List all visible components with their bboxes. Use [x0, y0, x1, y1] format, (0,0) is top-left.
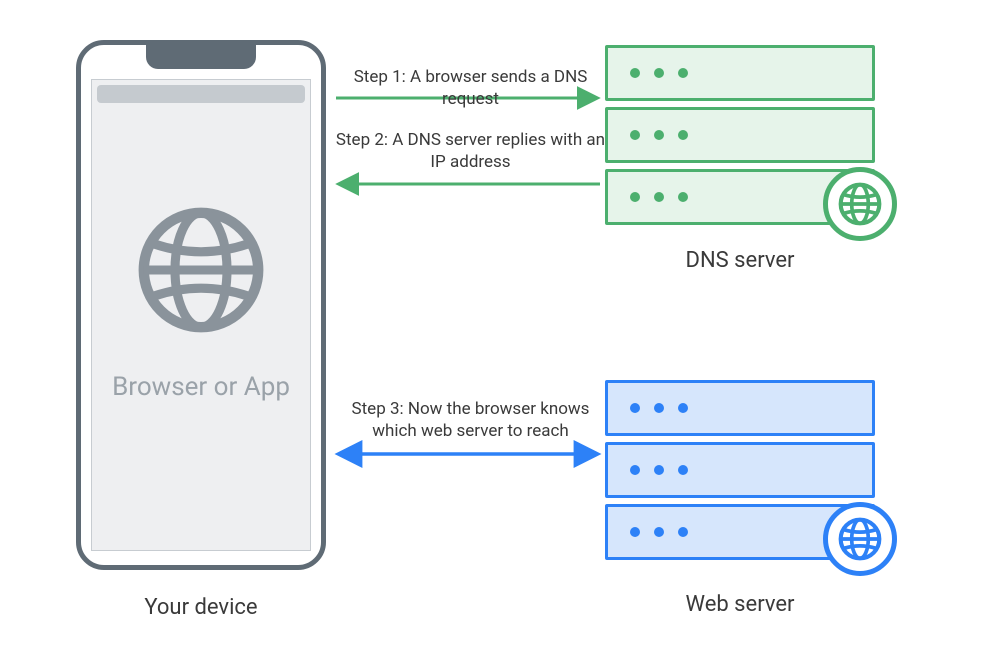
server-rack	[605, 380, 875, 436]
server-rack	[605, 45, 875, 101]
step3-label: Step 3: Now the browser knows which web …	[333, 398, 608, 442]
device-caption: Your device	[76, 595, 326, 620]
server-rack	[605, 442, 875, 498]
step2-label: Step 2: A DNS server replies with an IP …	[333, 129, 608, 173]
phone-notch	[146, 43, 256, 69]
globe-icon	[823, 167, 897, 241]
phone-screen: Browser or App	[91, 79, 311, 551]
phone-app-label: Browser or App	[92, 372, 310, 402]
globe-icon	[823, 502, 897, 576]
step1-label: Step 1: A browser sends a DNS request	[333, 66, 608, 110]
web-server-caption: Web server	[605, 592, 875, 617]
device-phone: Browser or App	[76, 40, 326, 570]
phone-url-bar	[97, 85, 305, 103]
server-rack	[605, 107, 875, 163]
dns-server-caption: DNS server	[605, 248, 875, 273]
globe-icon	[136, 205, 266, 335]
web-server-stack	[605, 380, 875, 560]
dns-server-stack	[605, 45, 875, 225]
